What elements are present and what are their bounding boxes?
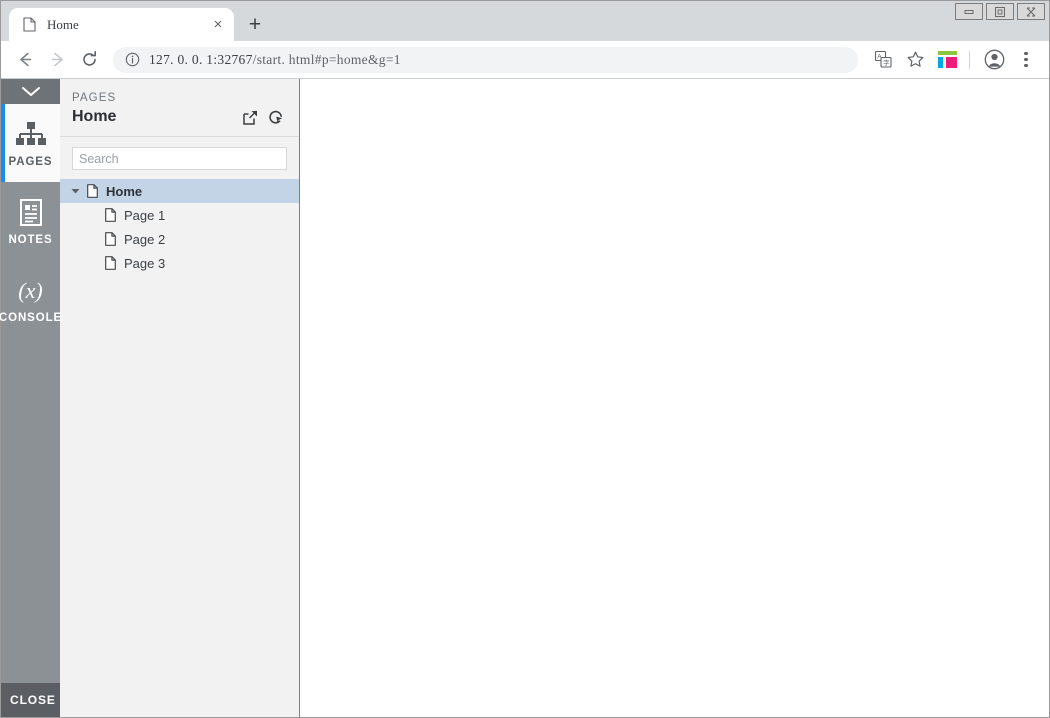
- tree-item-page-2[interactable]: Page 2: [60, 227, 299, 251]
- browser-window: Home × + 127. 0. 0. 1:32767/start. html#…: [0, 0, 1050, 718]
- search-input[interactable]: [72, 147, 287, 170]
- page-icon: [101, 208, 119, 222]
- page-icon: [21, 17, 37, 33]
- extension-icon-bar-left: [937, 57, 943, 68]
- console-fx-icon: (x): [18, 278, 43, 303]
- menu-dot: [1024, 51, 1028, 56]
- sidebar-rail: PAGES NOTES (x) CONSOLE CLOSE: [0, 79, 63, 717]
- extension-icon-bar-top: [937, 51, 957, 55]
- tree-item-label: Page 2: [124, 231, 166, 247]
- window-close-button[interactable]: [1017, 3, 1045, 20]
- chevron-down-icon[interactable]: [68, 188, 83, 195]
- refresh-circle-icon[interactable]: [265, 107, 287, 127]
- window-controls: [952, 3, 1045, 20]
- svg-text:字: 字: [883, 58, 890, 67]
- browser-tab-home[interactable]: Home ×: [9, 8, 234, 41]
- tab-title: Home: [47, 16, 79, 32]
- sidebar-item-notes[interactable]: NOTES: [1, 182, 60, 260]
- tree-item-label: Page 3: [124, 255, 166, 271]
- reload-icon[interactable]: [73, 44, 105, 76]
- sidebar-item-label: CONSOLE: [0, 312, 63, 324]
- search-container: [60, 137, 299, 178]
- window-restore-button[interactable]: [986, 3, 1014, 20]
- profile-avatar-icon[interactable]: [979, 45, 1009, 75]
- url-fragment: #p=home&g=1: [314, 51, 401, 67]
- sidebar-item-label: PAGES: [8, 156, 53, 168]
- extension-icon[interactable]: [932, 45, 962, 75]
- tree-item-label: Page 1: [124, 207, 166, 223]
- page-icon: [83, 184, 101, 198]
- info-circle-icon[interactable]: [123, 51, 141, 69]
- arrow-right-icon[interactable]: [41, 44, 73, 76]
- window-minimize-button[interactable]: [955, 3, 983, 20]
- toolbar-divider: [969, 50, 970, 69]
- arrow-left-icon[interactable]: [9, 44, 41, 76]
- panel-header: PAGES Home: [60, 79, 299, 137]
- browser-toolbar: 127. 0. 0. 1:32767/start. html#p=home&g=…: [1, 41, 1049, 79]
- url-host: 127. 0. 0. 1:32767: [149, 51, 253, 67]
- open-in-new-icon[interactable]: [239, 107, 261, 127]
- address-bar[interactable]: 127. 0. 0. 1:32767/start. html#p=home&g=…: [113, 46, 858, 73]
- chevron-down-icon[interactable]: [1, 79, 60, 104]
- page-body: PAGES NOTES (x) CONSOLE CLOSE PAGES Home…: [0, 79, 1049, 717]
- notes-document-icon: [17, 196, 45, 230]
- new-tab-button[interactable]: +: [240, 9, 270, 39]
- menu-dot: [1024, 57, 1028, 62]
- sitemap-icon: [14, 118, 48, 152]
- address-bar-text: 127. 0. 0. 1:32767/start. html#p=home&g=…: [149, 52, 401, 68]
- page-icon: [101, 232, 119, 246]
- pages-tree: Home Page 1 Page 2 Page 3: [60, 178, 299, 275]
- page-icon: [101, 256, 119, 270]
- sidebar-item-console[interactable]: (x) CONSOLE: [0, 260, 63, 338]
- sidebar-rail-items: PAGES NOTES (x) CONSOLE: [0, 104, 63, 683]
- sidebar-item-pages[interactable]: PAGES: [1, 104, 60, 182]
- close-icon[interactable]: ×: [208, 15, 228, 35]
- sidebar-item-label: NOTES: [8, 234, 53, 246]
- tab-strip: Home × +: [1, 1, 1049, 41]
- star-icon[interactable]: [900, 45, 930, 75]
- menu-dot: [1024, 63, 1028, 68]
- tree-item-label: Home: [106, 183, 143, 199]
- tree-item-home[interactable]: Home: [60, 179, 299, 203]
- tree-item-page-1[interactable]: Page 1: [60, 203, 299, 227]
- tree-item-page-3[interactable]: Page 3: [60, 251, 299, 275]
- url-path: /start. html: [252, 51, 315, 67]
- panel-kicker: PAGES: [72, 92, 117, 104]
- page-title: Home: [72, 108, 117, 125]
- extension-icon-bar-right: [945, 57, 957, 68]
- panel-title-row: Home: [72, 107, 287, 127]
- main-content-area[interactable]: [300, 79, 1049, 717]
- translate-icon[interactable]: A 字: [868, 45, 898, 75]
- three-dot-menu-icon[interactable]: [1011, 45, 1041, 75]
- pages-panel: PAGES Home Search Home Page 1 Page 2 Pag…: [60, 79, 300, 717]
- close-panel-button[interactable]: CLOSE: [1, 683, 60, 717]
